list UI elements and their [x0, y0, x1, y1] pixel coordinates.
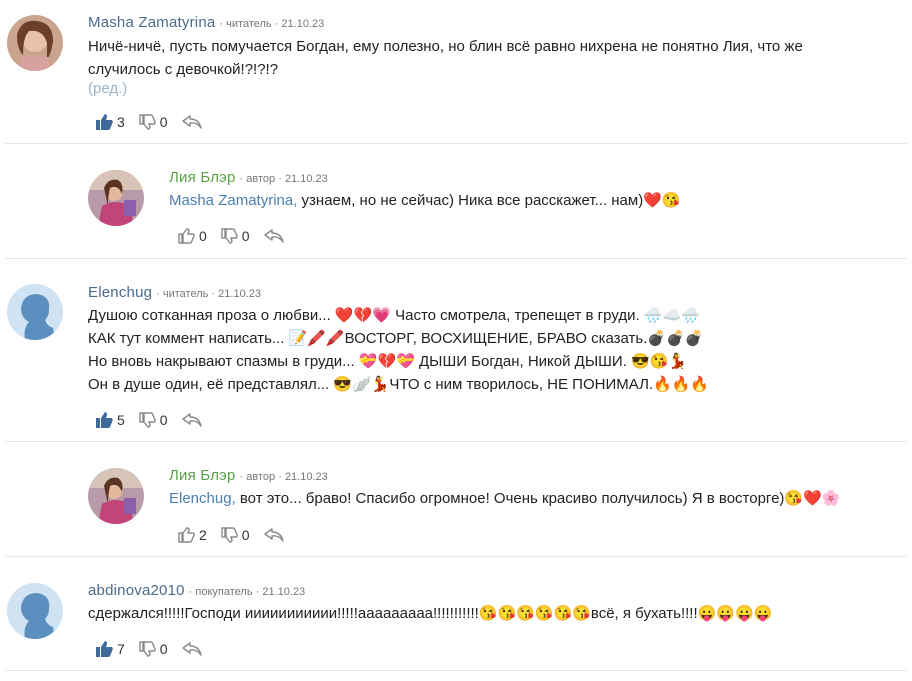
divider [5, 556, 907, 557]
dislike-button[interactable]: 0 [139, 114, 168, 130]
comment-meta: · читатель · 21.10.23 [219, 18, 325, 30]
comment-actions: 7 0 [96, 637, 216, 661]
avatar[interactable] [7, 284, 63, 340]
comment-header: Лия Блэр · автор · 21.10.23 [169, 169, 328, 186]
comment-header: abdinova2010 · покупатель · 21.10.23 [88, 582, 305, 599]
like-button[interactable]: 7 [96, 641, 125, 657]
comment-text: сдержался!!!!!Господи иииииииииии!!!!!аа… [88, 602, 772, 625]
edited-label: (ред.) [88, 80, 128, 97]
author-name[interactable]: abdinova2010 [88, 582, 185, 599]
avatar[interactable] [7, 583, 63, 639]
dislike-count: 0 [159, 641, 168, 657]
comment-meta: · читатель · 21.10.23 [156, 288, 261, 300]
thumb-down-icon [139, 641, 156, 657]
reply-icon [263, 229, 284, 243]
reply-button[interactable] [181, 413, 202, 427]
comment-date: 21.10.23 [218, 288, 261, 300]
avatar[interactable] [7, 15, 63, 71]
comment-text: Ничё-ничё, пусть помучается Богдан, ему … [88, 35, 803, 81]
author-role: читатель [162, 288, 209, 300]
comment-actions: 3 0 [96, 110, 216, 134]
like-count: 5 [117, 412, 125, 428]
author-role: покупатель [195, 586, 253, 598]
comment-line: узнаем, но не сейчас) Ника все расскажет… [297, 192, 681, 209]
comment-meta: · автор · 21.10.23 [239, 471, 328, 483]
thumb-down-icon [221, 527, 238, 543]
comment-actions: 0 0 [178, 224, 298, 248]
author-name[interactable]: Masha Zamatyrina [88, 14, 215, 31]
comment-line: Но вновь накрывают спазмы в груди... 💝💔💝… [88, 353, 688, 370]
author-name[interactable]: Лия Блэр [169, 169, 236, 186]
comment-text: Душою сотканная проза о любви... ❤️💔💗 Ча… [88, 304, 709, 396]
reply-icon [263, 528, 284, 542]
thumb-up-icon [178, 527, 195, 543]
comment-text: Elenchug, вот это... браво! Спасибо огро… [169, 487, 840, 510]
dislike-count: 0 [159, 412, 168, 428]
dislike-button[interactable]: 0 [139, 641, 168, 657]
thumb-down-icon [221, 228, 238, 244]
divider [5, 670, 907, 671]
thumb-up-icon [178, 228, 195, 244]
avatar[interactable] [88, 468, 144, 524]
like-button[interactable]: 2 [178, 527, 207, 543]
thumb-up-icon [96, 114, 113, 130]
reply-button[interactable] [263, 528, 284, 542]
author-name[interactable]: Elenchug [88, 284, 152, 301]
reply-icon [181, 115, 202, 129]
dislike-count: 0 [159, 114, 168, 130]
dislike-count: 0 [241, 527, 250, 543]
author-role: автор [246, 471, 276, 483]
dislike-button[interactable]: 0 [221, 228, 250, 244]
divider [5, 143, 907, 144]
comment-line: Ничё-ничё, пусть помучается Богдан, ему … [88, 38, 803, 55]
comment-header: Лия Блэр · автор · 21.10.23 [169, 467, 328, 484]
like-count: 3 [117, 114, 125, 130]
reply-icon [181, 413, 202, 427]
like-count: 7 [117, 641, 125, 657]
divider [5, 441, 907, 442]
comment-line: случилось с девочкой!?!?!? [88, 61, 279, 78]
like-count: 2 [199, 527, 207, 543]
reply-icon [181, 642, 202, 656]
thumb-down-icon [139, 114, 156, 130]
comment-header: Masha Zamatyrina · читатель · 21.10.23 [88, 14, 324, 31]
dislike-button[interactable]: 0 [221, 527, 250, 543]
like-count: 0 [199, 228, 207, 244]
reply-button[interactable] [181, 115, 202, 129]
comment-actions: 5 0 [96, 408, 216, 432]
thumb-up-icon [96, 641, 113, 657]
reply-button[interactable] [181, 642, 202, 656]
comment-line: КАК тут коммент написать... 📝🖍️🖍️ВОСТОРГ… [88, 330, 704, 347]
mention-link[interactable]: Masha Zamatyrina, [169, 192, 297, 209]
thumb-down-icon [139, 412, 156, 428]
reply-button[interactable] [263, 229, 284, 243]
like-button[interactable]: 3 [96, 114, 125, 130]
comment-date: 21.10.23 [262, 586, 306, 598]
like-button[interactable]: 5 [96, 412, 125, 428]
comment-line: вот это... браво! Спасибо огромное! Очен… [235, 490, 841, 507]
author-role: читатель [226, 18, 272, 30]
comment-actions: 2 0 [178, 523, 298, 547]
thumb-up-icon [96, 412, 113, 428]
comment-text: Masha Zamatyrina, узнаем, но не сейчас) … [169, 189, 681, 212]
comment-line: сдержался!!!!!Господи иииииииииии!!!!!аа… [88, 605, 773, 622]
author-role: автор [246, 173, 276, 185]
author-name[interactable]: Лия Блэр [169, 467, 236, 484]
comment-date: 21.10.23 [281, 18, 325, 30]
comment-meta: · покупатель · 21.10.23 [188, 586, 306, 598]
mention-link[interactable]: Elenchug, [169, 490, 236, 507]
comment-header: Elenchug · читатель · 21.10.23 [88, 284, 261, 301]
divider [5, 258, 907, 259]
comment-date: 21.10.23 [284, 173, 328, 185]
comment-meta: · автор · 21.10.23 [239, 173, 328, 185]
like-button[interactable]: 0 [178, 228, 207, 244]
dislike-count: 0 [241, 228, 250, 244]
comment-date: 21.10.23 [284, 471, 328, 483]
comment-line: Душою сотканная проза о любви... ❤️💔💗 Ча… [88, 307, 700, 324]
comment-line: Он в душе один, её представлял... 😎🪽💃ЧТО… [88, 376, 710, 393]
avatar[interactable] [88, 170, 144, 226]
dislike-button[interactable]: 0 [139, 412, 168, 428]
